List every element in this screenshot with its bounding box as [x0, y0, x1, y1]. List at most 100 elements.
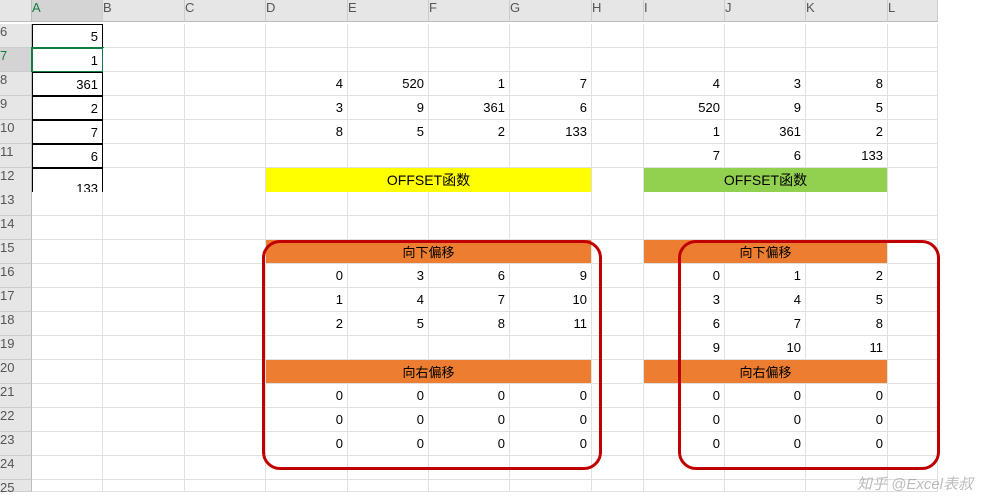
col-header-I[interactable]: I [644, 0, 725, 22]
cell-D13[interactable] [266, 192, 348, 216]
cell-A14[interactable] [32, 216, 103, 240]
cell-I18[interactable]: 6 [644, 312, 725, 336]
cell-B18[interactable] [103, 312, 185, 336]
col-header-D[interactable]: D [266, 0, 348, 22]
cell-I22[interactable]: 0 [644, 408, 725, 432]
cell-K7[interactable] [806, 48, 888, 72]
col-header-G[interactable]: G [510, 0, 592, 22]
cell-G21[interactable]: 0 [510, 384, 592, 408]
cell-I13[interactable] [644, 192, 725, 216]
cell-E9[interactable]: 9 [348, 96, 429, 120]
cell-I11[interactable]: 7 [644, 144, 725, 168]
cell-J23[interactable]: 0 [725, 432, 806, 456]
cell-A13[interactable] [32, 192, 103, 216]
cell-F19[interactable] [429, 336, 510, 360]
cell-F10[interactable]: 2 [429, 120, 510, 144]
col-header-H[interactable]: H [592, 0, 644, 22]
row-header-24[interactable]: 24 [0, 456, 32, 480]
cell-J21[interactable]: 0 [725, 384, 806, 408]
cell-H15[interactable] [592, 240, 644, 264]
cell-H24[interactable] [592, 456, 644, 480]
cell-B20[interactable] [103, 360, 185, 384]
cell-J10[interactable]: 361 [725, 120, 806, 144]
cell-E13[interactable] [348, 192, 429, 216]
cell-C7[interactable] [185, 48, 266, 72]
cell-C13[interactable] [185, 192, 266, 216]
cell-D7[interactable] [266, 48, 348, 72]
cell-J7[interactable] [725, 48, 806, 72]
col-header-A[interactable]: A [32, 0, 103, 22]
cell-G17[interactable]: 10 [510, 288, 592, 312]
cell-G9[interactable]: 6 [510, 96, 592, 120]
cell-D24[interactable] [266, 456, 348, 480]
cell-C11[interactable] [185, 144, 266, 168]
cell-A21[interactable] [32, 384, 103, 408]
cell-B19[interactable] [103, 336, 185, 360]
cell-E25[interactable] [348, 480, 429, 492]
row-header-10[interactable]: 10 [0, 120, 32, 144]
cell-A7[interactable]: 1 [32, 48, 103, 72]
row-header-16[interactable]: 16 [0, 264, 32, 288]
cell-L9[interactable] [888, 96, 938, 120]
select-all-corner[interactable] [0, 0, 32, 22]
col-header-C[interactable]: C [185, 0, 266, 22]
cell-L20[interactable] [888, 360, 938, 384]
col-header-J[interactable]: J [725, 0, 806, 22]
cell-H9[interactable] [592, 96, 644, 120]
cell-G8[interactable]: 7 [510, 72, 592, 96]
cell-G10[interactable]: 133 [510, 120, 592, 144]
cell-L8[interactable] [888, 72, 938, 96]
cell-A17[interactable] [32, 288, 103, 312]
cell-L13[interactable] [888, 192, 938, 216]
cell-L14[interactable] [888, 216, 938, 240]
cell-E8[interactable]: 520 [348, 72, 429, 96]
col-header-F[interactable]: F [429, 0, 510, 22]
cell-K21[interactable]: 0 [806, 384, 888, 408]
cell-G18[interactable]: 11 [510, 312, 592, 336]
cell-A25[interactable] [32, 480, 103, 492]
cell-J19[interactable]: 10 [725, 336, 806, 360]
cell-A20[interactable] [32, 360, 103, 384]
col-header-B[interactable]: B [103, 0, 185, 22]
cell-G6[interactable] [510, 24, 592, 48]
cell-C20[interactable] [185, 360, 266, 384]
cell-H7[interactable] [592, 48, 644, 72]
cell-K9[interactable]: 5 [806, 96, 888, 120]
cell-A23[interactable] [32, 432, 103, 456]
cell-B24[interactable] [103, 456, 185, 480]
cell-G25[interactable] [510, 480, 592, 492]
cell-C15[interactable] [185, 240, 266, 264]
cell-C25[interactable] [185, 480, 266, 492]
row-header-8[interactable]: 8 [0, 72, 32, 96]
row-header-23[interactable]: 23 [0, 432, 32, 456]
cell-I10[interactable]: 1 [644, 120, 725, 144]
row-header-7[interactable]: 7 [0, 48, 32, 72]
cell-L23[interactable] [888, 432, 938, 456]
cell-E24[interactable] [348, 456, 429, 480]
cell-F23[interactable]: 0 [429, 432, 510, 456]
cell-L10[interactable] [888, 120, 938, 144]
cell-E16[interactable]: 3 [348, 264, 429, 288]
cell-B13[interactable] [103, 192, 185, 216]
cell-H20[interactable] [592, 360, 644, 384]
cell-K25[interactable] [806, 480, 888, 492]
cell-G19[interactable] [510, 336, 592, 360]
cell-B17[interactable] [103, 288, 185, 312]
cell-K16[interactable]: 2 [806, 264, 888, 288]
row-header-14[interactable]: 14 [0, 216, 32, 240]
cell-B14[interactable] [103, 216, 185, 240]
cell-F7[interactable] [429, 48, 510, 72]
cell-H21[interactable] [592, 384, 644, 408]
row-header-6[interactable]: 6 [0, 24, 32, 48]
col-header-K[interactable]: K [806, 0, 888, 22]
cell-A18[interactable] [32, 312, 103, 336]
cell-E19[interactable] [348, 336, 429, 360]
cell-L18[interactable] [888, 312, 938, 336]
cell-C10[interactable] [185, 120, 266, 144]
cell-H25[interactable] [592, 480, 644, 492]
cell-G24[interactable] [510, 456, 592, 480]
cell-B11[interactable] [103, 144, 185, 168]
cell-I7[interactable] [644, 48, 725, 72]
cell-D14[interactable] [266, 216, 348, 240]
cell-J14[interactable] [725, 216, 806, 240]
